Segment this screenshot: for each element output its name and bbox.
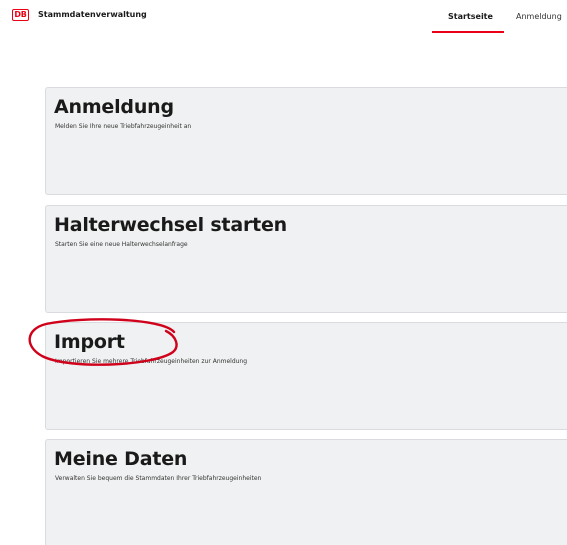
card-title: Halterwechsel starten [54, 214, 288, 236]
card-halterwechsel[interactable]: Halterwechsel starten Starten Sie eine n… [45, 205, 567, 313]
card-title: Import [54, 331, 125, 353]
card-title: Anmeldung [54, 96, 174, 118]
app-root: DB Stammdatenverwaltung Startseite Anmel… [0, 0, 567, 545]
top-header: DB Stammdatenverwaltung Startseite Anmel… [0, 0, 567, 36]
card-anmeldung[interactable]: Anmeldung Melden Sie Ihre neue Triebfahr… [45, 87, 567, 195]
card-title: Meine Daten [54, 448, 188, 470]
nav-active-indicator [432, 31, 504, 33]
nav-startseite[interactable]: Startseite [448, 12, 493, 21]
card-description: Verwalten Sie bequem die Stammdaten Ihre… [55, 475, 262, 482]
card-description: Melden Sie Ihre neue Triebfahrzeugeinhei… [55, 123, 192, 130]
db-logo[interactable]: DB [12, 9, 29, 21]
card-description: Starten Sie eine neue Halterwechselanfra… [55, 241, 188, 248]
db-logo-text: DB [14, 10, 27, 19]
card-meine-daten[interactable]: Meine Daten Verwalten Sie bequem die Sta… [45, 439, 567, 545]
nav-anmeldung[interactable]: Anmeldung [516, 12, 562, 21]
card-description: Importieren Sie mehrere Triebfahrzeugein… [55, 358, 248, 365]
card-import[interactable]: Import Importieren Sie mehrere Triebfahr… [45, 322, 567, 430]
app-title: Stammdatenverwaltung [38, 10, 147, 19]
